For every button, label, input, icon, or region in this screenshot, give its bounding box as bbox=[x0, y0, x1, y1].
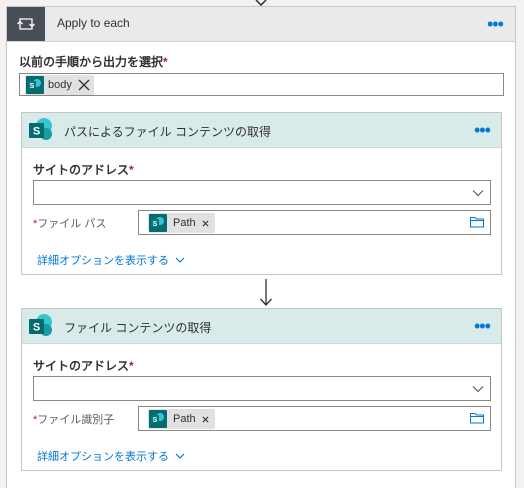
path-token[interactable]: S Path bbox=[148, 213, 215, 233]
card-title: パスによるファイル コンテンツの取得 bbox=[64, 125, 271, 139]
select-output-label: 以前の手順から出力を選択* bbox=[19, 55, 168, 69]
body-token-label: body bbox=[48, 79, 72, 91]
sharepoint-icon: S bbox=[149, 214, 167, 232]
svg-text:S: S bbox=[33, 322, 40, 334]
chevron-down-icon bbox=[472, 190, 484, 197]
site-address-dropdown[interactable] bbox=[33, 180, 491, 205]
chevron-down-icon bbox=[175, 257, 185, 263]
get-file-content-card: S ファイル コンテンツの取得 ••• サイトのアドレス* *ファイル識別子 S… bbox=[21, 308, 502, 471]
select-output-input[interactable]: S body bbox=[19, 73, 504, 96]
file-identifier-label: *ファイル識別子 bbox=[33, 414, 115, 426]
file-identifier-input[interactable]: S Path bbox=[138, 406, 491, 431]
svg-text:S: S bbox=[30, 83, 35, 90]
folder-icon[interactable] bbox=[470, 216, 484, 228]
close-icon[interactable] bbox=[78, 79, 90, 91]
loop-icon bbox=[7, 7, 45, 41]
site-address-label: サイトのアドレス* bbox=[33, 163, 134, 177]
sharepoint-icon: S bbox=[28, 313, 54, 339]
card-header[interactable]: S パスによるファイル コンテンツの取得 ••• bbox=[22, 113, 501, 148]
folder-icon[interactable] bbox=[470, 412, 484, 424]
card-header[interactable]: S ファイル コンテンツの取得 ••• bbox=[22, 309, 501, 344]
svg-text:S: S bbox=[153, 417, 158, 424]
more-options-icon[interactable]: ••• bbox=[474, 121, 491, 139]
file-path-label: *ファイル パス bbox=[33, 218, 107, 230]
sharepoint-icon: S bbox=[149, 410, 167, 428]
site-address-dropdown[interactable] bbox=[33, 376, 491, 401]
chevron-down-icon bbox=[472, 386, 484, 393]
close-icon[interactable] bbox=[202, 415, 209, 423]
apply-to-each-title: Apply to each bbox=[57, 16, 130, 30]
path-token[interactable]: S Path bbox=[148, 409, 215, 429]
site-address-label: サイトのアドレス* bbox=[33, 359, 134, 373]
sharepoint-icon: S bbox=[26, 76, 44, 94]
show-advanced-options-link[interactable]: 詳細オプションを表示する bbox=[37, 448, 185, 464]
svg-text:S: S bbox=[153, 221, 158, 228]
close-icon[interactable] bbox=[202, 219, 209, 227]
show-advanced-options-link[interactable]: 詳細オプションを表示する bbox=[37, 252, 185, 268]
get-file-content-by-path-card: S パスによるファイル コンテンツの取得 ••• サイトのアドレス* *ファイル… bbox=[21, 112, 502, 275]
path-token-label: Path bbox=[173, 217, 196, 229]
path-token-label: Path bbox=[173, 413, 196, 425]
arrow-down-icon bbox=[260, 279, 272, 306]
apply-to-each-container: Apply to each ••• 以前の手順から出力を選択* S body S… bbox=[6, 6, 516, 488]
svg-text:S: S bbox=[33, 126, 40, 138]
more-options-icon[interactable]: ••• bbox=[474, 317, 491, 335]
apply-to-each-header[interactable]: Apply to each ••• bbox=[7, 7, 515, 42]
card-title: ファイル コンテンツの取得 bbox=[64, 321, 212, 335]
file-path-input[interactable]: S Path bbox=[138, 210, 491, 235]
chevron-down-icon bbox=[175, 453, 185, 459]
sharepoint-icon: S bbox=[28, 117, 54, 143]
body-token[interactable]: S body bbox=[25, 75, 94, 95]
more-options-icon[interactable]: ••• bbox=[487, 15, 504, 33]
